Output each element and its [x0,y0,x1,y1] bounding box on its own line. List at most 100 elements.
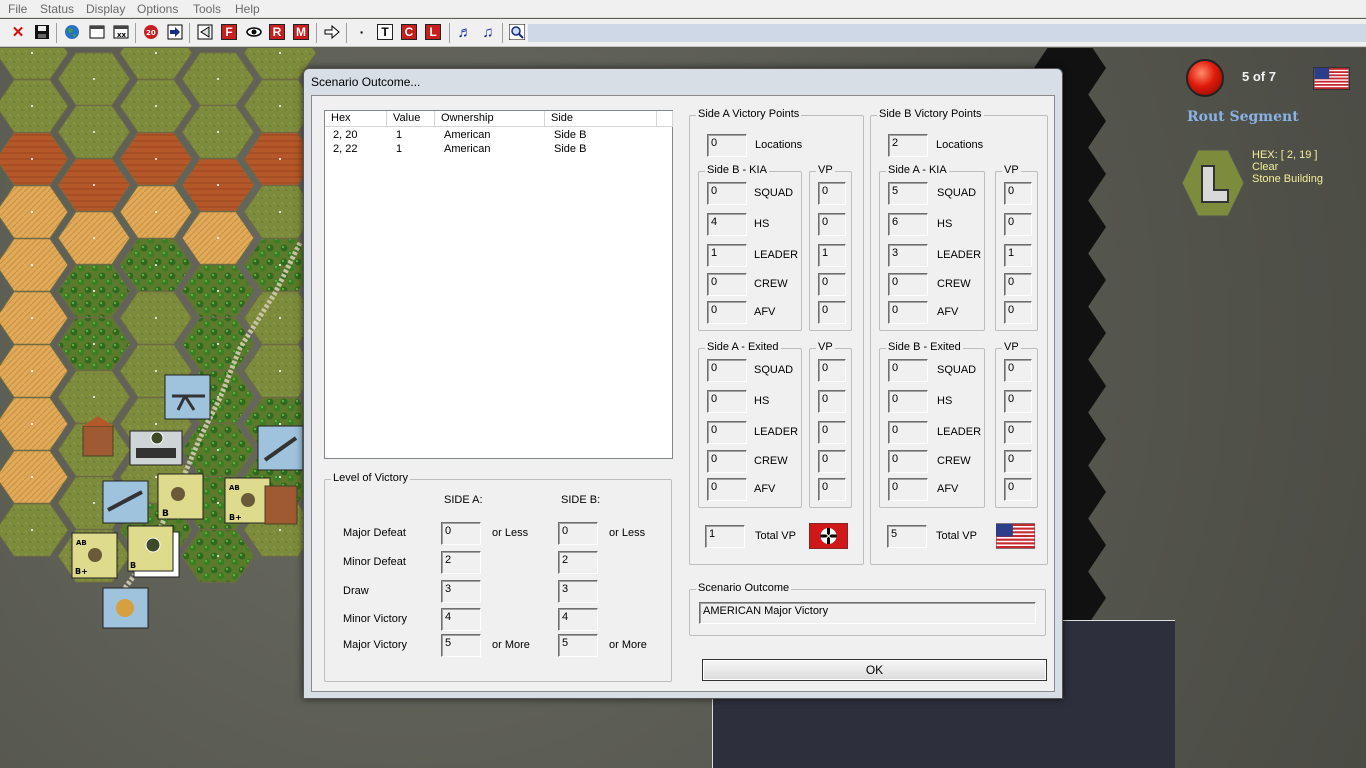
eye-icon[interactable] [244,22,264,42]
side-b-kia-vp-field[interactable]: 0 [1004,213,1032,236]
hex-tile[interactable] [0,450,69,504]
side-a-threshold-field[interactable]: 0 [441,522,481,545]
hex-tile[interactable] [0,238,69,292]
side-a-kia-count-field[interactable]: 0 [707,182,747,205]
side-a-exited-count-field[interactable]: 0 [707,450,747,473]
save-icon[interactable] [32,22,52,42]
side-b-kia-count-field[interactable]: 0 [888,301,928,324]
unit-counter-vehicle[interactable] [129,430,183,466]
f-icon[interactable]: F [221,24,237,40]
menu-options[interactable]: Options [137,2,178,16]
victory-location-list[interactable]: Hex Value Ownership Side 2, 20 1 America… [324,110,673,459]
column-header-value[interactable]: Value [387,111,435,127]
menu-help[interactable]: Help [235,2,260,16]
unit-counter-gun[interactable] [102,587,149,629]
side-a-kia-count-field[interactable]: 0 [707,273,747,296]
side-a-kia-vp-field[interactable]: 0 [818,182,846,205]
unit-counter-building[interactable] [264,485,298,525]
side-a-exited-vp-field[interactable]: 0 [818,450,846,473]
menu-tools[interactable]: Tools [193,2,221,16]
back-triangle-icon[interactable] [195,22,215,42]
scenario-outcome-field[interactable]: AMERICAN Major Victory [699,602,1036,624]
dot-icon[interactable]: · [352,22,372,42]
side-b-kia-vp-field[interactable]: 0 [1004,301,1032,324]
menu-status[interactable]: Status [40,2,74,16]
menu-display[interactable]: Display [86,2,125,16]
music-icon[interactable]: ♫ [478,22,498,42]
unit-counter-infantry[interactable]: AB B+ [71,532,118,579]
side-b-threshold-field[interactable]: 3 [558,580,598,603]
magnifier-icon[interactable] [507,22,527,42]
side-a-exited-count-field[interactable]: 0 [707,478,747,501]
hex-tile[interactable] [0,185,69,239]
side-a-kia-count-field[interactable]: 4 [707,213,747,236]
side-a-threshold-field[interactable]: 3 [441,580,481,603]
side-a-kia-vp-field[interactable]: 0 [818,301,846,324]
c-icon[interactable]: C [401,24,417,40]
hex-tile[interactable] [0,344,69,398]
hex-tile[interactable] [0,132,69,186]
side-b-threshold-field[interactable]: 2 [558,551,598,574]
side-a-threshold-field[interactable]: 2 [441,551,481,574]
side-b-total-vp-field[interactable]: 5 [887,525,927,548]
window-icon[interactable] [87,22,107,42]
side-b-kia-count-field[interactable]: 5 [888,182,928,205]
side-a-exited-count-field[interactable]: 0 [707,359,747,382]
unit-counter-gun[interactable] [257,425,304,471]
side-a-threshold-field[interactable]: 4 [441,608,481,631]
side-a-exited-count-field[interactable]: 0 [707,390,747,413]
phase-indicator-light[interactable] [1186,59,1224,97]
side-b-exited-vp-field[interactable]: 0 [1004,359,1032,382]
forward-arrow-icon[interactable] [322,22,342,42]
column-header-side[interactable]: Side [545,111,657,127]
unit-counter-infantry[interactable]: AB B+ [224,477,271,524]
l-icon[interactable]: L [425,24,441,40]
side-b-locations-field[interactable]: 2 [888,134,928,157]
side-b-threshold-field[interactable]: 0 [558,522,598,545]
side-b-kia-vp-field[interactable]: 0 [1004,182,1032,205]
side-a-threshold-field[interactable]: 5 [441,634,481,657]
side-a-exited-count-field[interactable]: 0 [707,421,747,444]
window-icon[interactable]: xx [111,22,131,42]
column-header-hex[interactable]: Hex [325,111,387,127]
next-arrow-icon[interactable] [165,22,185,42]
unit-counter-mortar[interactable] [102,480,149,524]
side-b-exited-count-field[interactable]: 0 [888,478,928,501]
unit-counter-stack[interactable]: B [127,525,180,578]
t-icon[interactable]: T [377,24,393,40]
side-b-kia-count-field[interactable]: 6 [888,213,928,236]
side-b-exited-count-field[interactable]: 0 [888,450,928,473]
side-a-kia-count-field[interactable]: 1 [707,244,747,267]
side-a-kia-vp-field[interactable]: 0 [818,273,846,296]
side-b-exited-count-field[interactable]: 0 [888,390,928,413]
side-a-exited-vp-field[interactable]: 0 [818,390,846,413]
r-icon[interactable]: R [269,24,285,40]
side-a-exited-vp-field[interactable]: 0 [818,359,846,382]
close-icon[interactable]: ✕ [8,22,28,42]
side-b-exited-vp-field[interactable]: 0 [1004,450,1032,473]
hex-tile[interactable] [0,48,69,80]
menu-file[interactable]: File [8,2,27,16]
side-a-exited-vp-field[interactable]: 0 [818,478,846,501]
side-b-exited-count-field[interactable]: 0 [888,421,928,444]
sound-fx-icon[interactable]: ♬ [455,22,475,42]
unit-counter-infantry[interactable]: B [157,473,204,520]
hex-tile[interactable] [0,397,69,451]
side-b-kia-vp-field[interactable]: 0 [1004,273,1032,296]
side-a-kia-count-field[interactable]: 0 [707,301,747,324]
side-a-exited-vp-field[interactable]: 0 [818,421,846,444]
side-b-exited-vp-field[interactable]: 0 [1004,478,1032,501]
column-header-ownership[interactable]: Ownership [435,111,545,127]
side-b-kia-vp-field[interactable]: 1 [1004,244,1032,267]
side-a-kia-vp-field[interactable]: 1 [818,244,846,267]
stop-icon[interactable]: 20 [141,22,161,42]
side-a-kia-vp-field[interactable]: 0 [818,213,846,236]
side-b-exited-vp-field[interactable]: 0 [1004,421,1032,444]
m-icon[interactable]: M [293,24,309,40]
side-a-locations-field[interactable]: 0 [707,134,747,157]
side-b-threshold-field[interactable]: 4 [558,608,598,631]
hex-tile[interactable] [0,79,69,133]
globe-icon[interactable] [62,22,82,42]
side-b-kia-count-field[interactable]: 3 [888,244,928,267]
side-b-kia-count-field[interactable]: 0 [888,273,928,296]
